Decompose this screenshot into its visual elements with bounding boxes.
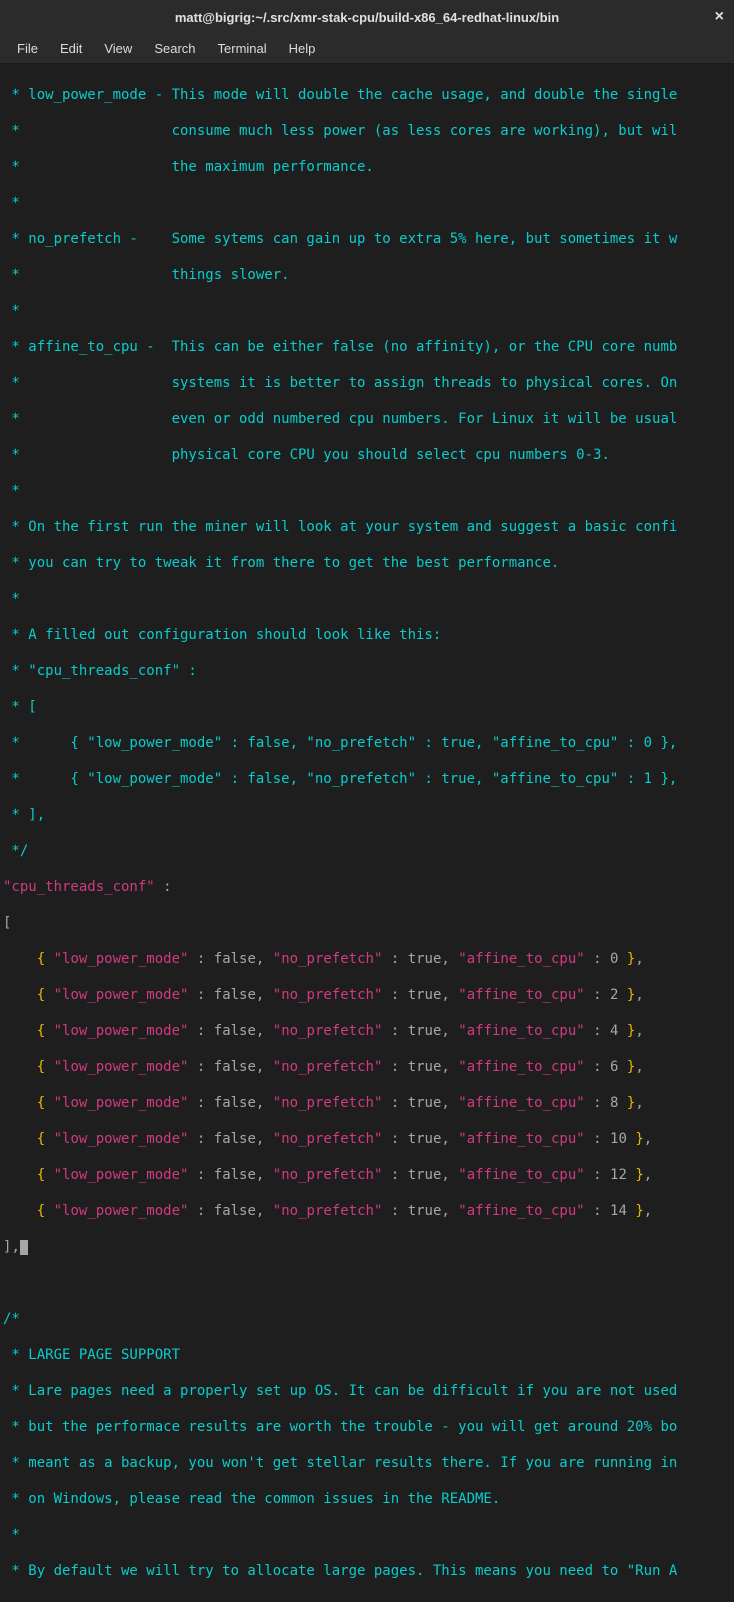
comment-line: * low_power_mode - This mode will double… [3, 86, 731, 104]
menu-bar: File Edit View Search Terminal Help [0, 34, 734, 64]
comment-line: */ [3, 842, 731, 860]
config-open: [ [3, 914, 731, 932]
cursor [20, 1240, 28, 1255]
menu-help[interactable]: Help [278, 37, 327, 60]
comment-line: * ], [3, 806, 731, 824]
menu-search[interactable]: Search [143, 37, 206, 60]
comment-line: * the maximum performance. [3, 158, 731, 176]
title-bar: matt@bigrig:~/.src/xmr-stak-cpu/build-x8… [0, 0, 734, 34]
comment-line: * [3, 302, 731, 320]
comment-line: * systems it is better to assign threads… [3, 374, 731, 392]
config-close: ], [3, 1238, 731, 1256]
thread-config-row: { "low_power_mode" : false, "no_prefetch… [3, 1166, 731, 1184]
close-icon[interactable]: × [715, 8, 724, 26]
menu-terminal[interactable]: Terminal [207, 37, 278, 60]
comment-line: * no_prefetch - Some sytems can gain up … [3, 230, 731, 248]
comment-line: * on Windows, please read the common iss… [3, 1490, 731, 1508]
comment-line: * On the first run the miner will look a… [3, 518, 731, 536]
comment-line: * [3, 482, 731, 500]
comment-line: * but the performace results are worth t… [3, 1418, 731, 1436]
comment-line: * meant as a backup, you won't get stell… [3, 1454, 731, 1472]
terminal-content[interactable]: * low_power_mode - This mode will double… [0, 64, 734, 1602]
comment-line: * [3, 194, 731, 212]
menu-view[interactable]: View [93, 37, 143, 60]
thread-config-row: { "low_power_mode" : false, "no_prefetch… [3, 1022, 731, 1040]
comment-line: * things slower. [3, 266, 731, 284]
comment-line: * By default we will try to allocate lar… [3, 1562, 731, 1580]
comment-line: * { "low_power_mode" : false, "no_prefet… [3, 770, 731, 788]
thread-config-row: { "low_power_mode" : false, "no_prefetch… [3, 986, 731, 1004]
thread-config-row: { "low_power_mode" : false, "no_prefetch… [3, 1130, 731, 1148]
comment-line: * [3, 1526, 731, 1544]
window-title: matt@bigrig:~/.src/xmr-stak-cpu/build-x8… [175, 10, 559, 25]
comment-line: /* [3, 1310, 731, 1328]
comment-line: * even or odd numbered cpu numbers. For … [3, 410, 731, 428]
thread-config-row: { "low_power_mode" : false, "no_prefetch… [3, 1094, 731, 1112]
comment-line: * Lare pages need a properly set up OS. … [3, 1382, 731, 1400]
comment-line: * affine_to_cpu - This can be either fal… [3, 338, 731, 356]
comment-line: * you can try to tweak it from there to … [3, 554, 731, 572]
comment-line: * A filled out configuration should look… [3, 626, 731, 644]
blank-line [3, 1274, 731, 1292]
config-header: "cpu_threads_conf" : [3, 878, 731, 896]
thread-config-row: { "low_power_mode" : false, "no_prefetch… [3, 950, 731, 968]
menu-file[interactable]: File [6, 37, 49, 60]
comment-line: * [3, 590, 731, 608]
comment-line: * physical core CPU you should select cp… [3, 446, 731, 464]
comment-line: * { "low_power_mode" : false, "no_prefet… [3, 734, 731, 752]
comment-line: * "cpu_threads_conf" : [3, 662, 731, 680]
thread-config-row: { "low_power_mode" : false, "no_prefetch… [3, 1202, 731, 1220]
comment-line: * LARGE PAGE SUPPORT [3, 1346, 731, 1364]
menu-edit[interactable]: Edit [49, 37, 93, 60]
thread-config-row: { "low_power_mode" : false, "no_prefetch… [3, 1058, 731, 1076]
comment-line: * consume much less power (as less cores… [3, 122, 731, 140]
comment-line: * [ [3, 698, 731, 716]
